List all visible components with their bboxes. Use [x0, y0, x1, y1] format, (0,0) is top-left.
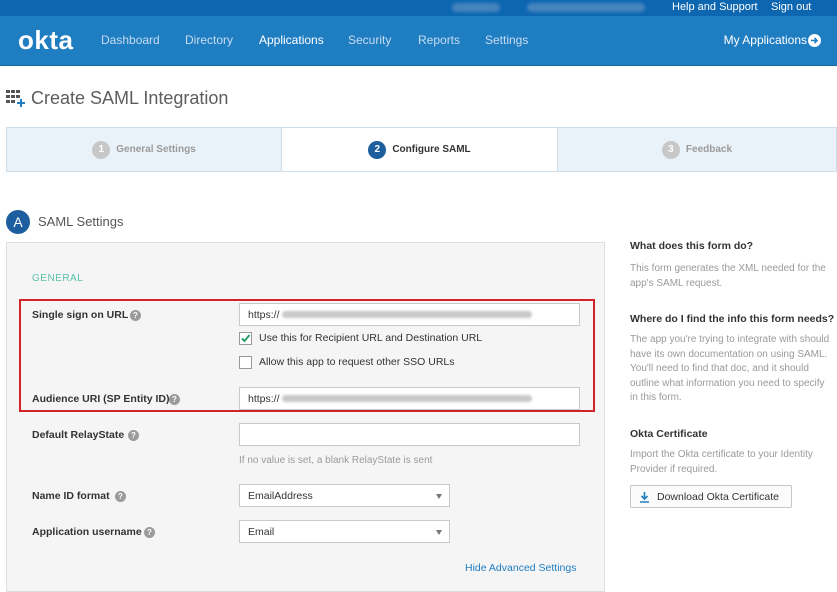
question-icon[interactable]: ?	[128, 430, 139, 441]
question-icon[interactable]: ?	[144, 527, 155, 538]
allow-other-sso-checkbox[interactable]	[239, 356, 252, 369]
sso-url-label: Single sign on URL	[32, 309, 129, 321]
sso-url-value: https://	[248, 308, 280, 321]
blurred-org-name	[452, 3, 500, 12]
main-nav: okta Dashboard Directory Applications Se…	[0, 16, 837, 66]
group-label-general: GENERAL	[32, 273, 84, 284]
help-body-what: This form generates the XML needed for t…	[630, 263, 826, 289]
wizard-steps: 1 General Settings 2 Configure SAML 3 Fe…	[6, 127, 837, 172]
arrow-right-circle-icon[interactable]	[808, 34, 821, 47]
help-heading-where: Where do I find the info this form needs…	[630, 313, 835, 325]
name-id-format-label: Name ID format	[32, 490, 110, 502]
nav-reports[interactable]: Reports	[418, 33, 460, 47]
relay-state-hint: If no value is set, a blank RelayState i…	[239, 455, 433, 466]
sso-url-input[interactable]: https://	[239, 303, 580, 326]
nav-directory[interactable]: Directory	[185, 33, 233, 47]
help-support-link[interactable]: Help and Support	[672, 1, 758, 13]
app-username-select[interactable]: Email	[239, 520, 450, 543]
download-certificate-label: Download Okta Certificate	[657, 490, 779, 503]
step-number: 1	[92, 140, 111, 159]
my-applications-link[interactable]: My Applications	[724, 33, 807, 47]
page-title: Create SAML Integration	[31, 88, 229, 108]
question-icon[interactable]: ?	[115, 491, 126, 502]
use-recipient-label: Use this for Recipient URL and Destinati…	[259, 332, 483, 344]
apps-grid-add-icon	[6, 90, 26, 113]
step-label: Configure SAML	[392, 144, 471, 155]
nav-dashboard[interactable]: Dashboard	[101, 33, 160, 47]
step-number: 3	[661, 140, 680, 159]
download-icon	[640, 491, 649, 503]
download-certificate-button[interactable]: Download Okta Certificate	[630, 485, 792, 508]
use-recipient-checkbox[interactable]	[239, 332, 252, 345]
checkmark-icon	[241, 334, 251, 343]
section-title: SAML Settings	[38, 214, 124, 229]
name-id-format-select[interactable]: EmailAddress	[239, 484, 450, 507]
nav-security[interactable]: Security	[348, 33, 391, 47]
audience-uri-value: https://	[248, 392, 280, 405]
wizard-step-general-settings[interactable]: 1 General Settings	[7, 128, 281, 171]
help-heading-cert: Okta Certificate	[630, 428, 708, 440]
step-label: Feedback	[685, 144, 733, 155]
hide-advanced-settings-link[interactable]: Hide Advanced Settings	[465, 562, 577, 574]
nav-applications[interactable]: Applications	[259, 33, 324, 47]
audience-uri-label: Audience URI (SP Entity ID)	[32, 393, 170, 405]
blurred-user-email	[527, 3, 645, 12]
step-label: General Settings	[116, 144, 196, 155]
app-username-label: Application username	[32, 526, 142, 538]
nav-settings[interactable]: Settings	[485, 33, 528, 47]
blurred-url-text	[281, 395, 532, 402]
question-icon[interactable]: ?	[169, 394, 180, 405]
name-id-format-value: EmailAddress	[248, 489, 313, 502]
help-heading-what: What does this form do?	[630, 240, 754, 252]
blurred-url-text	[281, 311, 532, 318]
question-icon[interactable]: ?	[130, 310, 141, 321]
caret-down-icon	[436, 494, 442, 499]
help-body-cert: Import the Okta certificate to your Iden…	[630, 449, 813, 475]
app-username-value: Email	[248, 525, 275, 538]
okta-logo[interactable]: okta	[18, 25, 73, 56]
relay-state-label: Default RelayState	[32, 429, 125, 441]
utility-bar: Help and Support Sign out	[0, 0, 837, 16]
caret-down-icon	[436, 530, 442, 535]
wizard-step-feedback[interactable]: 3 Feedback	[558, 128, 836, 171]
step-number: 2	[368, 140, 387, 159]
audience-uri-input[interactable]: https://	[239, 387, 580, 410]
sign-out-link[interactable]: Sign out	[771, 1, 811, 13]
relay-state-input[interactable]	[239, 423, 580, 446]
section-badge: A	[6, 210, 30, 234]
wizard-step-configure-saml[interactable]: 2 Configure SAML	[282, 128, 557, 171]
allow-other-sso-label: Allow this app to request other SSO URLs	[259, 356, 455, 368]
help-body-where: The app you're trying to integrate with …	[630, 334, 830, 403]
